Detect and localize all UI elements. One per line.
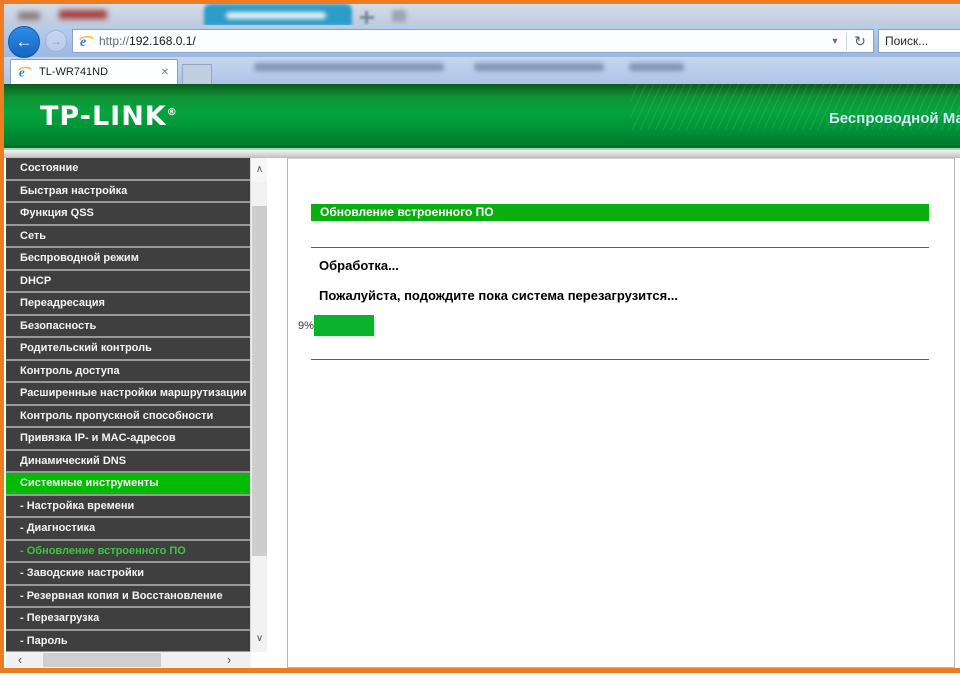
back-icon: ← [16, 32, 33, 51]
divider [311, 247, 929, 248]
sidebar-item[interactable]: Привязка IP- и MAC-адресов [6, 428, 250, 451]
refresh-icon[interactable]: ↻ [846, 33, 873, 50]
background-blur-shape [18, 12, 40, 20]
ie-page-icon: e [18, 65, 33, 80]
tplink-logo-text: TP-LINK [40, 101, 167, 132]
tab-title: TL-WR741ND [39, 66, 153, 78]
vertical-scrollbar-thumb[interactable] [252, 206, 267, 556]
background-blur-shape [254, 63, 444, 71]
close-tab-icon[interactable]: ✕ [153, 67, 177, 78]
address-dropdown-icon[interactable]: ▾ [823, 36, 846, 47]
sidebar-item[interactable]: Контроль доступа [6, 361, 250, 384]
sidebar-item[interactable]: - Перезагрузка [6, 608, 250, 631]
horizontal-scrollbar-thumb[interactable] [43, 653, 161, 667]
scroll-left-icon[interactable]: ‹ [10, 652, 30, 668]
sidebar-item[interactable]: Системные инструменты [6, 473, 250, 496]
sidebar-item[interactable]: Безопасность [6, 316, 250, 339]
screenshot-frame [0, 0, 960, 4]
processing-message: Обработка... [319, 258, 399, 273]
forward-icon: → [50, 34, 62, 48]
sidebar-horizontal-scrollbar[interactable]: ‹ › [6, 652, 251, 668]
main-content-panel: Обновление встроенного ПО Обработка... П… [287, 158, 955, 668]
scroll-right-icon[interactable]: › [219, 652, 239, 668]
tplink-logo: TP-LINK® [40, 101, 178, 132]
sidebar-vertical-scrollbar[interactable]: ∧ ∨ [250, 158, 267, 652]
sidebar-item[interactable]: Родительский контроль [6, 338, 250, 361]
ie-logo-icon: e [79, 34, 94, 49]
sidebar-item[interactable]: - Обновление встроенного ПО [6, 541, 250, 564]
background-blur-shape [59, 10, 107, 19]
divider [311, 359, 929, 360]
sidebar-item[interactable]: Контроль пропускной способности [6, 406, 250, 429]
background-blur-shape [365, 11, 368, 24]
sidebar-item[interactable]: Сеть [6, 226, 250, 249]
background-blur-shape [629, 63, 684, 71]
sidebar-item[interactable]: Быстрая настройка [6, 181, 250, 204]
sidebar: СостояниеБыстрая настройкаФункция QSSСет… [6, 158, 267, 652]
sidebar-item[interactable]: Функция QSS [6, 203, 250, 226]
sidebar-item[interactable]: Расширенные настройки маршрутизации [6, 383, 250, 406]
forward-button[interactable]: → [45, 30, 67, 52]
url-text: http://192.168.0.1/ [99, 34, 823, 48]
registered-mark: ® [167, 107, 178, 118]
sidebar-item[interactable]: - Пароль [6, 631, 250, 653]
sidebar-item[interactable]: Переадресация [6, 293, 250, 316]
scroll-up-icon[interactable]: ∧ [251, 158, 267, 182]
progress-fill [314, 315, 374, 336]
sidebar-item[interactable]: - Резервная копия и Восстановление [6, 586, 250, 609]
sidebar-item[interactable]: - Заводские настройки [6, 563, 250, 586]
tplink-header: TP-LINK® Беспроводной Мар [4, 84, 960, 150]
sidebar-item[interactable]: - Настройка времени [6, 496, 250, 519]
scroll-down-icon[interactable]: ∨ [251, 628, 267, 650]
search-input[interactable] [879, 30, 960, 52]
sidebar-item[interactable]: Состояние [6, 158, 250, 181]
sidebar-item[interactable]: DHCP [6, 271, 250, 294]
url-host: 192.168.0.1/ [129, 34, 196, 48]
screenshot-frame [0, 668, 960, 673]
back-button[interactable]: ← [8, 26, 40, 58]
sidebar-item[interactable]: - Диагностика [6, 518, 250, 541]
background-window-blur [4, 4, 960, 25]
new-tab-button[interactable] [182, 64, 212, 84]
url-scheme: http:// [99, 34, 129, 48]
wait-message: Пожалуйста, подождите пока система перез… [319, 288, 678, 303]
page-title: Обновление встроенного ПО [311, 204, 929, 221]
background-blur-shape [226, 12, 326, 19]
device-model-label: Беспроводной Мар [829, 110, 960, 127]
sidebar-item[interactable]: Беспроводной режим [6, 248, 250, 271]
search-box [878, 29, 960, 53]
screenshot-frame [0, 0, 4, 673]
address-bar[interactable]: e http://192.168.0.1/ ▾ ↻ [72, 29, 874, 53]
sidebar-item[interactable]: Динамический DNS [6, 451, 250, 474]
progress-percent-label: 9% [298, 320, 314, 332]
background-blur-shape [474, 63, 604, 71]
sidebar-menu: СостояниеБыстрая настройкаФункция QSSСет… [6, 158, 250, 652]
browser-chrome: ← → e http://192.168.0.1/ ▾ ↻ [4, 25, 960, 57]
tab-tl-wr741nd[interactable]: e TL-WR741ND ✕ [10, 59, 178, 84]
tab-row: e TL-WR741ND ✕ [4, 57, 960, 84]
header-bottom-strip [4, 150, 960, 158]
background-blur-shape [392, 10, 406, 22]
